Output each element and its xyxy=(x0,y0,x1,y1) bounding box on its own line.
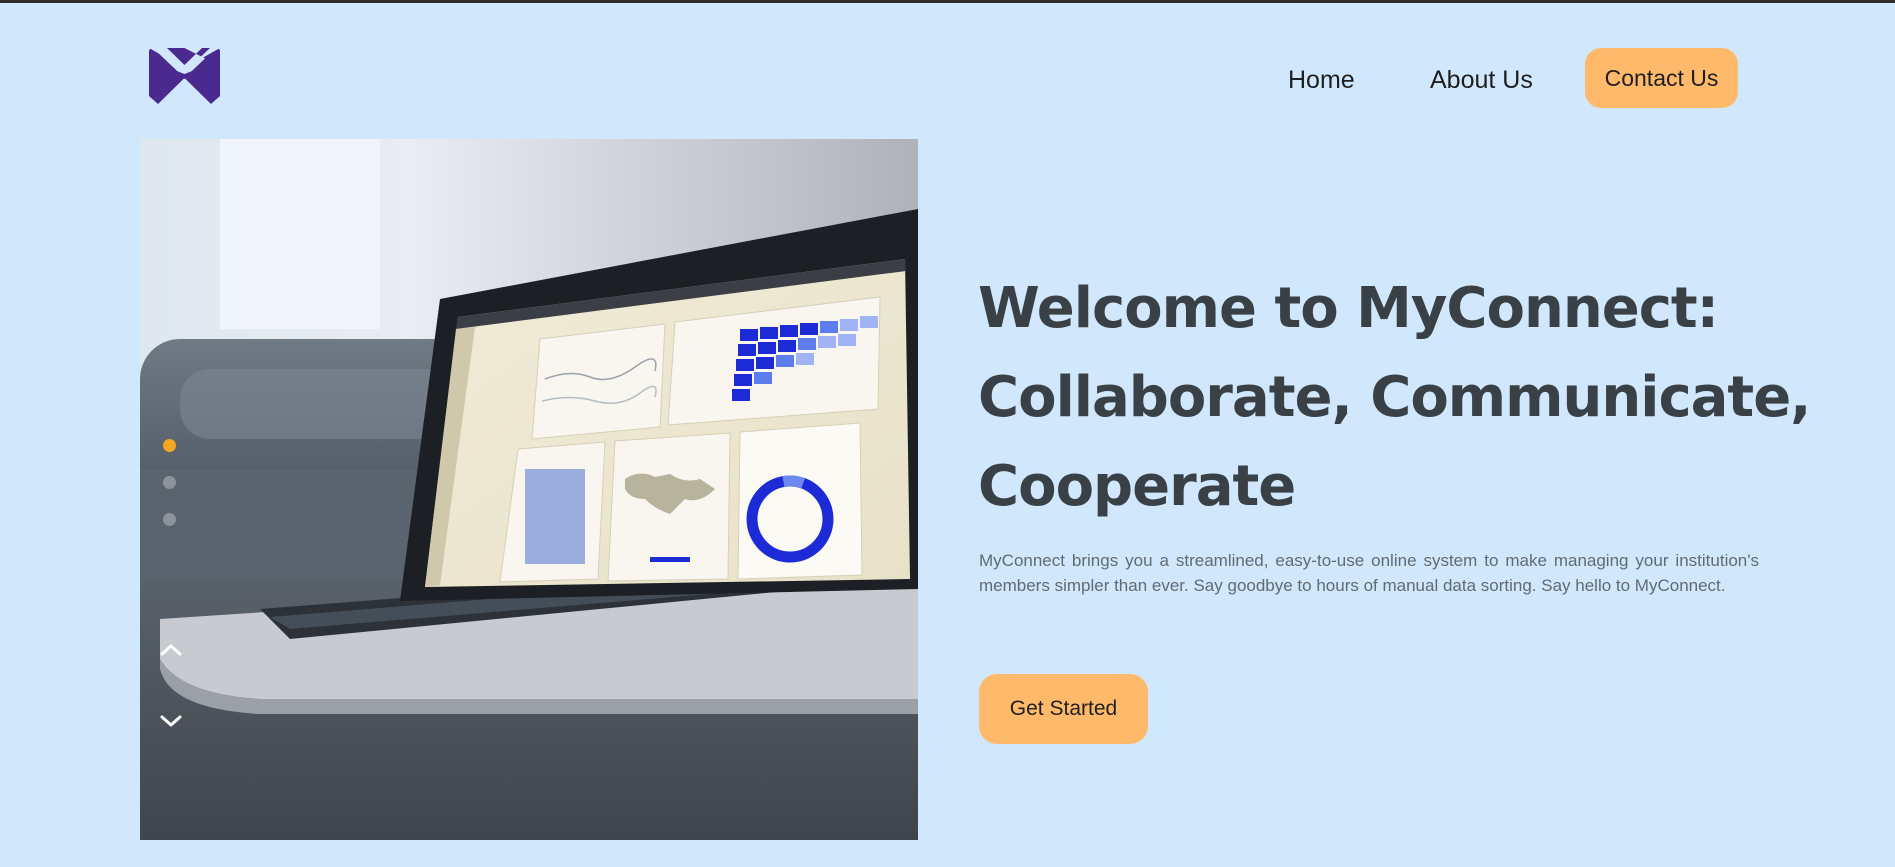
chevron-down-icon[interactable] xyxy=(158,711,184,731)
slide-dot-1[interactable] xyxy=(163,439,176,452)
brand-logo-icon[interactable] xyxy=(149,48,220,104)
chevron-up-icon[interactable] xyxy=(158,640,184,660)
contact-us-button[interactable]: Contact Us xyxy=(1585,48,1738,108)
nav-about-link[interactable]: About Us xyxy=(1430,66,1533,95)
hero-headline: Welcome to MyConnect: Collaborate, Commu… xyxy=(978,264,1811,531)
hero-carousel xyxy=(140,139,918,840)
nav-home-link[interactable]: Home xyxy=(1288,66,1355,95)
hero-description: MyConnect brings you a streamlined, easy… xyxy=(979,551,1759,595)
slide-dot-2[interactable] xyxy=(163,476,176,489)
laptop-photo xyxy=(140,139,918,840)
top-border xyxy=(0,0,1895,3)
slide-dot-3[interactable] xyxy=(163,513,176,526)
headline-line-3: Cooperate xyxy=(978,454,1296,519)
headline-line-1: Welcome to MyConnect: xyxy=(978,276,1719,341)
get-started-button[interactable]: Get Started xyxy=(979,674,1148,744)
headline-line-2: Collaborate, Communicate, xyxy=(978,365,1811,430)
